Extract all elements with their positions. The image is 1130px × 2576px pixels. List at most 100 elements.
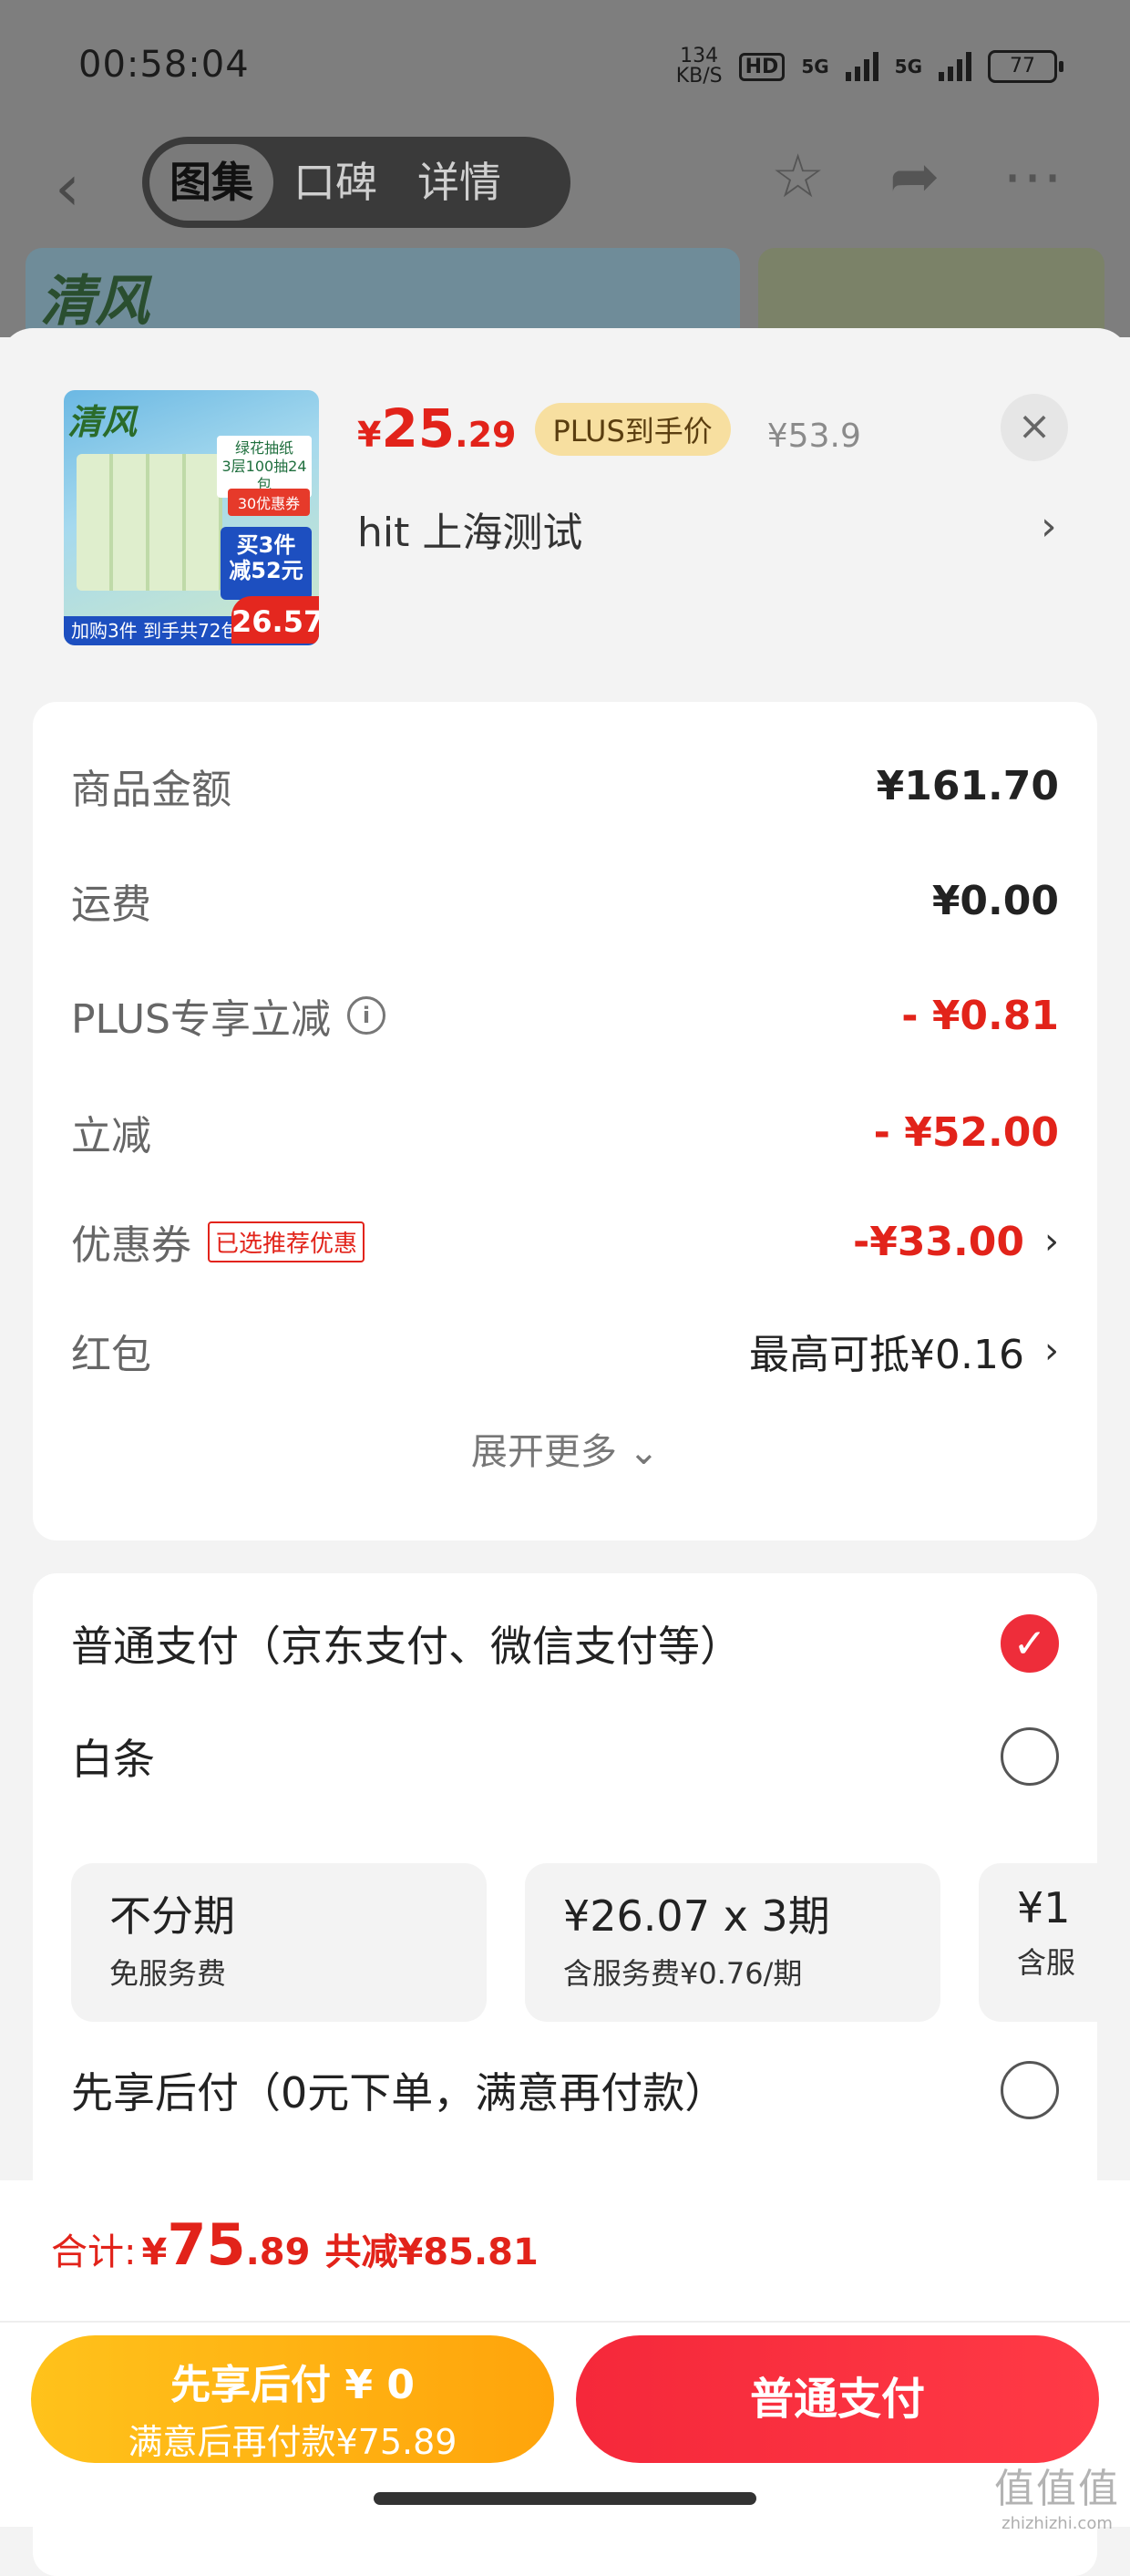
plan-subtitle: 免服务费 bbox=[109, 1956, 227, 1991]
status-time: 00:58:04 bbox=[78, 44, 250, 86]
payment-label: 普通支付（京东支付、微信支付等） bbox=[71, 1622, 742, 1671]
price-symbol: ¥ bbox=[357, 415, 382, 455]
close-button[interactable]: × bbox=[1001, 394, 1068, 461]
plan-subtitle: 含服 bbox=[1017, 1945, 1076, 1980]
installment-plans: 不分期 免服务费 ¥26.07 x 3期 含服务费¥0.76/期 ¥1 含服 bbox=[71, 1863, 1097, 2027]
radio-icon[interactable] bbox=[1001, 2061, 1059, 2119]
plan-subtitle: 含服务费¥0.76/期 bbox=[563, 1956, 803, 1991]
hd-icon: HD bbox=[738, 52, 786, 81]
status-icons: 134 KB/S HD 5G 5G 77 bbox=[676, 46, 1063, 88]
coupon-tag: 已选推荐优惠 bbox=[208, 1221, 365, 1262]
fee-row-coupon[interactable]: 优惠券 已选推荐优惠 -¥33.00 › bbox=[71, 1205, 1059, 1278]
plan-title: 不分期 bbox=[109, 1891, 235, 1941]
pay-later-subtitle: 满意后再付款¥75.89 bbox=[128, 2422, 457, 2462]
store-name[interactable]: hit 上海测试 bbox=[357, 500, 582, 558]
total-label: 合计: bbox=[51, 2231, 137, 2273]
fee-value-wrap: 最高可抵¥0.16 › bbox=[749, 1322, 1059, 1380]
payment-option-normal[interactable]: 普通支付（京东支付、微信支付等） ✓ bbox=[71, 1602, 1059, 1685]
price-row: ¥ 25 .29 PLUS到手价 ¥53.9 bbox=[357, 397, 861, 461]
fee-value-wrap: -¥33.00 › bbox=[853, 1219, 1059, 1265]
chevron-right-icon: › bbox=[1044, 1330, 1059, 1372]
net-speed-unit: KB/S bbox=[675, 65, 723, 88]
installment-plan[interactable]: ¥1 含服 bbox=[979, 1863, 1097, 2022]
payment-label: 白条 bbox=[71, 1735, 155, 1784]
fee-row-instant-discount: 立减 - ¥52.00 bbox=[71, 1096, 1059, 1169]
fee-label-wrap: PLUS专享立减 i bbox=[71, 986, 385, 1045]
plus-price-badge: PLUS到手价 bbox=[534, 403, 731, 456]
total-decimal: .89 bbox=[245, 2231, 311, 2273]
watermark-logo: 值值值 bbox=[994, 2466, 1120, 2512]
tab-details[interactable]: 详情 bbox=[397, 144, 521, 221]
product-image-price: 26.57 bbox=[231, 596, 319, 644]
more-icon[interactable]: ⋯ bbox=[1002, 141, 1063, 211]
fee-value: ¥0.00 bbox=[931, 877, 1059, 924]
signal-5g-label: 5G bbox=[801, 56, 829, 77]
pay-later-button[interactable]: 先享后付 ¥ 0 满意后再付款¥75.89 bbox=[31, 2335, 554, 2463]
net-speed-value: 134 bbox=[680, 45, 719, 67]
fee-label: PLUS专享立减 bbox=[71, 996, 331, 1043]
total-integer: 75 bbox=[167, 2211, 246, 2278]
chevron-down-icon: ⌄ bbox=[628, 1431, 660, 1473]
product-deal: 买3件 减52元 bbox=[221, 527, 312, 600]
fee-row-red-packet[interactable]: 红包 最高可抵¥0.16 › bbox=[71, 1314, 1059, 1387]
fee-value: - ¥0.81 bbox=[901, 992, 1059, 1039]
fee-label: 商品金额 bbox=[71, 767, 231, 813]
watermark-url: zhizhizhi.com bbox=[1002, 2514, 1113, 2533]
price-decimal: .29 bbox=[455, 415, 517, 455]
fee-value: ¥161.70 bbox=[876, 762, 1059, 809]
top-tabs: 图集 口碑 详情 bbox=[142, 137, 570, 228]
fee-label: 运费 bbox=[71, 881, 151, 928]
original-price: ¥53.9 bbox=[766, 417, 861, 455]
chevron-right-icon[interactable]: › bbox=[1041, 503, 1057, 550]
total-row: 合计: ¥ 75 .89 共减¥85.81 bbox=[51, 2211, 539, 2278]
total-symbol: ¥ bbox=[141, 2231, 168, 2273]
payment-option-pay-later[interactable]: 先享后付（0元下单，满意再付款） bbox=[71, 2049, 1059, 2131]
signal-5g-label-2: 5G bbox=[894, 56, 922, 77]
fee-row-plus-discount: PLUS专享立减 i - ¥0.81 bbox=[71, 979, 1059, 1052]
star-icon[interactable]: ☆ bbox=[771, 141, 825, 211]
total-savings: 共减¥85.81 bbox=[324, 2231, 539, 2273]
product-image: 清风 绿花抽纸 3层100抽24包 30优惠券 买3件 减52元 加购3件 到手… bbox=[64, 390, 319, 645]
fee-card: 商品金额 ¥161.70 运费 ¥0.00 PLUS专享立减 i - ¥0.81 … bbox=[33, 702, 1097, 1540]
payment-option-baitiao[interactable]: 白条 bbox=[71, 1716, 1059, 1798]
installment-plan[interactable]: 不分期 免服务费 bbox=[71, 1863, 487, 2022]
fee-value: - ¥52.00 bbox=[873, 1108, 1059, 1156]
fee-row-goods: 商品金额 ¥161.70 bbox=[71, 749, 1059, 822]
fee-label-wrap: 优惠券 已选推荐优惠 bbox=[71, 1212, 365, 1271]
product-coupon-tag: 30优惠券 bbox=[228, 489, 310, 516]
installment-plan[interactable]: ¥26.07 x 3期 含服务费¥0.76/期 bbox=[525, 1863, 940, 2022]
back-arrow-icon[interactable]: ‹ bbox=[55, 150, 80, 225]
signal-bars-icon bbox=[845, 52, 878, 81]
share-icon[interactable]: ➦ bbox=[889, 141, 940, 211]
signal-bars-icon-2 bbox=[939, 52, 971, 81]
watermark: 值值值 zhizhizhi.com bbox=[993, 2456, 1121, 2533]
fee-label: 立减 bbox=[71, 1113, 151, 1159]
tab-gallery[interactable]: 图集 bbox=[149, 144, 273, 221]
plan-title: ¥1 bbox=[1017, 1883, 1071, 1932]
fee-value: 最高可抵¥0.16 bbox=[749, 1332, 1024, 1378]
checkmark-radio-icon[interactable]: ✓ bbox=[1001, 1614, 1059, 1673]
fee-label: 红包 bbox=[71, 1332, 151, 1378]
fee-label: 优惠券 bbox=[71, 1222, 191, 1269]
normal-pay-button[interactable]: 普通支付 bbox=[576, 2335, 1099, 2463]
product-logo: 清风 bbox=[67, 402, 138, 442]
battery-icon: 77 bbox=[988, 50, 1063, 83]
net-speed: 134 KB/S bbox=[676, 46, 723, 87]
plan-title: ¥26.07 x 3期 bbox=[563, 1891, 830, 1941]
chevron-right-icon: › bbox=[1044, 1221, 1059, 1262]
brand-logo: 清风 bbox=[40, 270, 149, 334]
divider bbox=[0, 2321, 1130, 2323]
home-indicator[interactable] bbox=[374, 2492, 756, 2505]
tab-reviews[interactable]: 口碑 bbox=[273, 144, 397, 221]
pay-later-title: 先享后付 ¥ 0 bbox=[170, 2362, 415, 2408]
payment-label: 先享后付（0元下单，满意再付款） bbox=[71, 2068, 727, 2117]
info-icon[interactable]: i bbox=[347, 996, 385, 1035]
price-integer: 25 bbox=[381, 397, 456, 459]
radio-icon[interactable] bbox=[1001, 1727, 1059, 1786]
product-pack bbox=[77, 454, 222, 591]
expand-more-button[interactable]: 展开更多 ⌄ bbox=[33, 1422, 1097, 1475]
fee-row-shipping: 运费 ¥0.00 bbox=[71, 864, 1059, 937]
status-bar: 00:58:04 134 KB/S HD 5G 5G 77 bbox=[0, 0, 1130, 128]
expand-label: 展开更多 bbox=[470, 1431, 617, 1473]
fee-value: -¥33.00 bbox=[852, 1218, 1024, 1265]
